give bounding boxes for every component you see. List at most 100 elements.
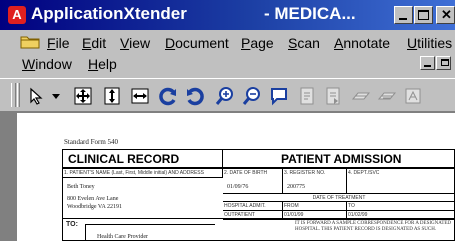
menu-page-label: age [250, 35, 274, 51]
move-button[interactable] [72, 85, 94, 107]
rotate-right-icon [187, 87, 204, 106]
menu-edit[interactable]: Edit [82, 35, 106, 51]
date-treatment-label: DATE OF TREATMENT [223, 194, 455, 202]
menu-document-label: ocument [175, 35, 229, 51]
move-icon [74, 87, 92, 105]
menu-edit-mnemonic: E [82, 35, 92, 51]
menu-annotate[interactable]: Annotate [334, 35, 390, 51]
page-first-button[interactable] [296, 85, 318, 107]
maximize-icon [418, 10, 429, 20]
menu-file[interactable]: File [47, 35, 70, 51]
menu-scan-label: can [297, 35, 320, 51]
tool-c-icon [405, 88, 421, 104]
annotation-icon [271, 88, 287, 106]
from-label: FROM [283, 202, 347, 211]
doc-minimize-icon [424, 65, 431, 67]
toolbar-grip-secondary[interactable] [17, 83, 20, 107]
menu-utilities[interactable]: Utilities [407, 35, 452, 51]
toolbar [0, 78, 455, 112]
menu-window-mnemonic: W [22, 56, 36, 72]
tool-b-button[interactable] [376, 85, 398, 107]
menu-window[interactable]: Window [22, 56, 72, 72]
form-header-left: CLINICAL RECORD [63, 150, 223, 169]
doc-restore-button[interactable] [436, 56, 451, 70]
menu-view-mnemonic: V [120, 35, 130, 51]
document-title: - MEDICA... [264, 4, 356, 23]
menu-page-mnemonic: P [241, 35, 251, 51]
menu-view[interactable]: View [120, 35, 150, 51]
pointer-button[interactable] [26, 85, 48, 107]
menu-file-label: ile [55, 35, 70, 51]
menu-annotate-label: nnotate [343, 35, 391, 51]
document-viewer[interactable]: Standard Form 540 CLINICAL RECORD PATIEN… [0, 112, 455, 241]
app-title: ApplicationXtender [31, 4, 187, 23]
page-next-button[interactable] [322, 85, 344, 107]
hospital-admit-label: HOSPITAL ADMIT. [223, 202, 283, 211]
title-bar[interactable]: A ApplicationXtender - MEDICA... ✕ [0, 0, 455, 30]
menu-scan[interactable]: Scan [288, 35, 320, 51]
menu-window-label: indow [35, 56, 72, 72]
form-divider [63, 218, 455, 219]
zoom-out-button[interactable] [241, 85, 263, 107]
menu-scan-mnemonic: S [288, 35, 298, 51]
folder-icon[interactable] [20, 34, 40, 49]
tool-a-icon [351, 92, 371, 100]
dob-label: 2. DATE OF BIRTH [224, 170, 268, 176]
zoom-in-button[interactable] [214, 85, 236, 107]
zoom-out-icon [242, 87, 260, 105]
patient-name: Beth Toney [67, 184, 95, 190]
menu-document-mnemonic: D [165, 35, 176, 51]
menu-utilities-label: tilities [417, 35, 453, 51]
menu-help-label: elp [98, 56, 117, 72]
pointer-dropdown-button[interactable] [50, 85, 62, 107]
register-cell: 3. REGISTER NO. [283, 169, 347, 194]
menu-annotate-mnemonic: A [334, 35, 344, 51]
name-address-label: 1. PATIENT'S NAME (Last, First, Middle i… [63, 169, 223, 178]
menu-help-mnemonic: H [88, 56, 99, 72]
rotate-right-button[interactable] [184, 85, 206, 107]
rotate-left-icon [159, 87, 176, 106]
annotation-button[interactable] [268, 85, 290, 107]
form-number: Standard Form 540 [64, 138, 119, 146]
menu-page[interactable]: Page [241, 35, 274, 51]
fit-width-button[interactable] [129, 85, 151, 107]
menu-view-label: iew [129, 35, 151, 51]
dob-cell: 2. DATE OF BIRTH [223, 169, 283, 194]
register-label: 3. REGISTER NO. [284, 170, 326, 176]
minimize-icon [399, 18, 407, 20]
close-icon: ✕ [441, 7, 452, 22]
address-line1: 800 Evelen Ave Lane [67, 196, 119, 202]
form-header-right: PATIENT ADMISSION [223, 150, 455, 169]
register-number: 200775 [287, 184, 305, 190]
page-first-icon [300, 87, 314, 105]
minimize-button[interactable] [394, 6, 413, 24]
menu-file-mnemonic: F [47, 35, 56, 51]
menu-document[interactable]: Document [165, 35, 229, 51]
tool-c-button[interactable] [402, 85, 424, 107]
app-window: A ApplicationXtender - MEDICA... ✕ File … [0, 0, 455, 241]
tool-b-icon [377, 92, 397, 100]
doc-minimize-button[interactable] [420, 56, 435, 70]
to-label: TO: [66, 221, 78, 228]
rotate-left-button[interactable] [157, 85, 179, 107]
fit-height-icon [104, 87, 120, 105]
menu-bar: File Edit View Document Page Scan Annota… [0, 30, 455, 78]
fit-height-button[interactable] [101, 85, 123, 107]
form-remark: IT IS FORWARD A SAMPLE CORRESPONDENCE FO… [295, 221, 452, 232]
menu-help[interactable]: Help [88, 56, 117, 72]
maximize-button[interactable] [414, 6, 433, 24]
dropdown-arrow-icon [52, 94, 60, 99]
menu-utilities-mnemonic: U [407, 35, 418, 51]
fit-width-icon [131, 88, 149, 104]
close-button[interactable]: ✕ [436, 6, 455, 24]
menu-edit-label: dit [91, 35, 107, 51]
dept-cell: 4. DEPT./SVC [347, 169, 455, 194]
zoom-in-icon [215, 87, 233, 105]
toolbar-grip[interactable] [11, 83, 16, 107]
provider-name: Health Care Provider [97, 234, 148, 240]
tool-a-button[interactable] [350, 85, 372, 107]
to-column-label: TO [347, 202, 455, 211]
dept-label: 4. DEPT./SVC [348, 170, 380, 176]
app-logo-icon[interactable]: A [8, 6, 26, 24]
date-of-birth: 01/09/76 [227, 184, 249, 190]
